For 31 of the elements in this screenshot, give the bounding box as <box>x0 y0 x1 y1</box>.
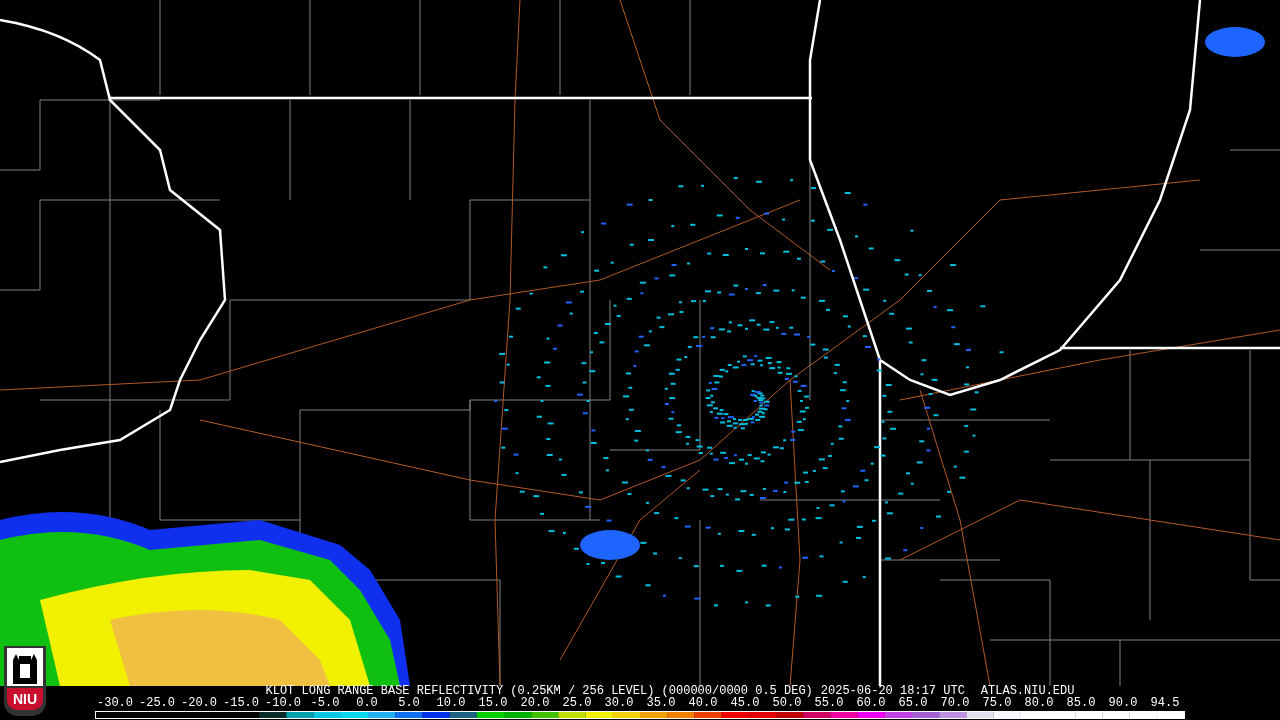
scale-label: -30.0 <box>96 698 134 709</box>
scale-label: 10.0 <box>435 698 467 709</box>
scale-label: 55.0 <box>813 698 845 709</box>
site-url: ATLAS.NIU.EDU <box>979 686 1075 697</box>
scale-label: 60.0 <box>855 698 887 709</box>
scale-label: 5.0 <box>397 698 421 709</box>
scale-label: -25.0 <box>138 698 176 709</box>
building-icon <box>7 648 43 686</box>
scale-label: -15.0 <box>222 698 260 709</box>
scale-label: -20.0 <box>180 698 218 709</box>
scale-label: -5.0 <box>309 698 341 709</box>
scale-label: 45.0 <box>730 698 761 709</box>
scale-label: 70.0 <box>939 698 971 709</box>
timestamp: 2025-06-20 18:17 UTC <box>820 686 965 697</box>
scale-label: 25.0 <box>561 698 593 709</box>
scale-label: 35.0 <box>646 698 676 709</box>
scale-label: 75.0 <box>981 698 1013 709</box>
scale-label: 20.0 <box>520 698 550 709</box>
scale-label: 0.0 <box>355 698 379 709</box>
scale-label: -10.0 <box>264 698 302 709</box>
scale-label: 94.5 <box>1149 698 1181 709</box>
logo-text: NIU <box>7 688 43 710</box>
scale-label: 80.0 <box>1023 698 1055 709</box>
scale-label: 15.0 <box>477 698 509 709</box>
scale-label: 85.0 <box>1065 698 1097 709</box>
scale-label: 90.0 <box>1107 698 1139 709</box>
product-caption: KLOT LONG RANGE BASE REFLECTIVITY (0.25KM / 256 LEVEL) (000000/0000 0.5 DEG) <box>265 686 813 697</box>
scale-label: 50.0 <box>771 698 802 709</box>
scale-label: 40.0 <box>688 698 718 709</box>
scale-label: 65.0 <box>897 698 929 709</box>
scale-label: 30.0 <box>603 698 634 709</box>
